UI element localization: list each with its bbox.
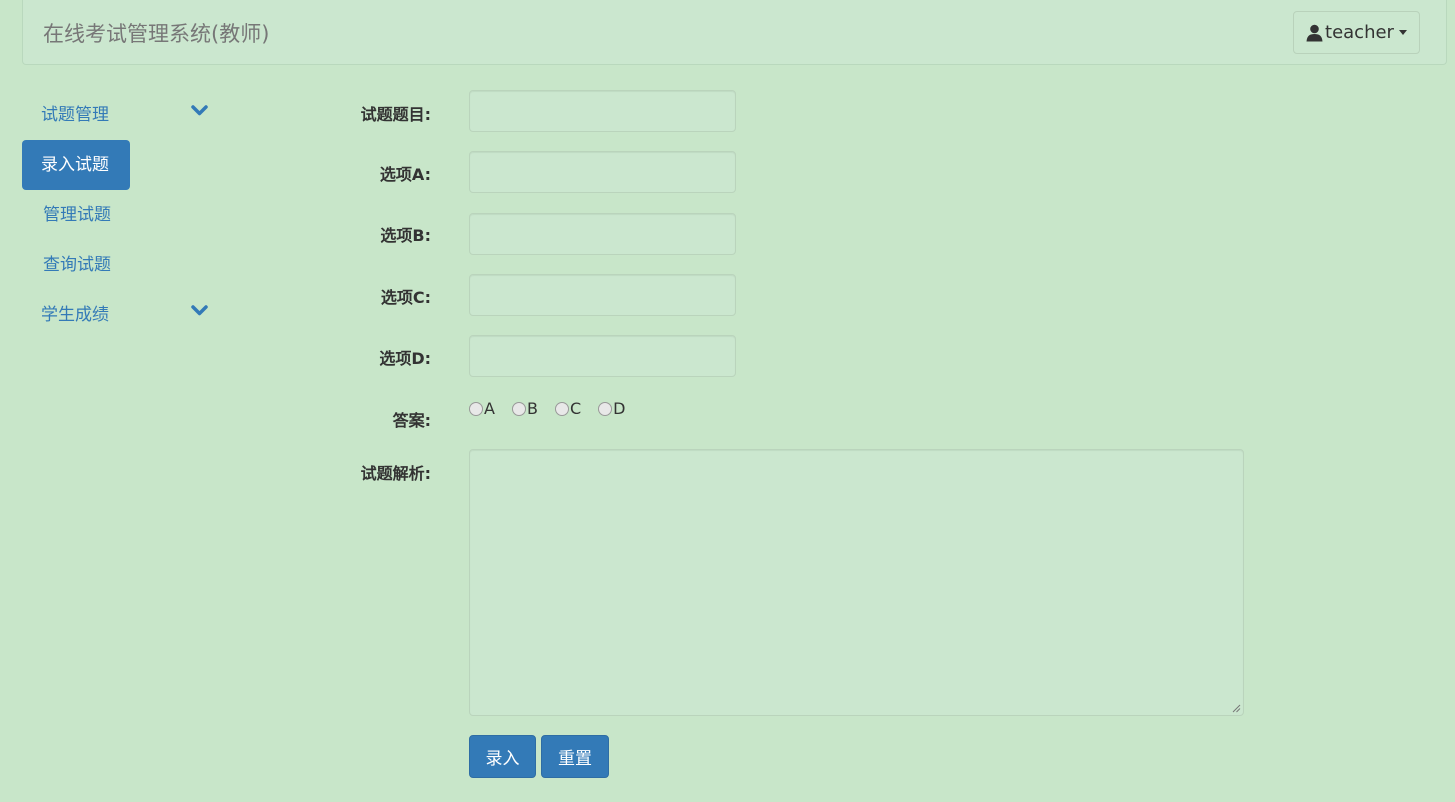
radio-circle[interactable]	[554, 401, 569, 416]
sidebar-item-enter-question[interactable]: 录入试题	[22, 140, 130, 190]
option-c-label: 选项C:	[380, 288, 431, 307]
option-c-input[interactable]	[469, 274, 736, 316]
question-label: 试题题目:	[360, 105, 431, 124]
sidebar-item-label: 试题管理	[41, 105, 109, 125]
user-icon	[1306, 24, 1323, 41]
option-b-input[interactable]	[469, 213, 736, 255]
sidebar: 试题管理 录入试题 管理试题 查询试题 学生成绩	[22, 90, 222, 340]
answer-radio-d[interactable]: D	[598, 399, 625, 418]
chevron-down-icon	[191, 305, 208, 316]
answer-radio-c[interactable]: C	[554, 399, 582, 418]
question-input[interactable]	[469, 90, 736, 132]
chevron-down-icon	[191, 105, 208, 116]
radio-circle[interactable]	[511, 401, 526, 416]
sidebar-item-label: 学生成绩	[41, 305, 109, 325]
top-navbar: 在线考试管理系统(教师) teacher	[22, 0, 1447, 65]
sidebar-item-label: 录入试题	[41, 155, 109, 175]
option-d-input[interactable]	[469, 335, 736, 377]
answer-radio-a[interactable]: A	[469, 399, 495, 418]
user-name: teacher	[1325, 22, 1394, 43]
analysis-textarea[interactable]	[469, 449, 1244, 716]
sidebar-item-label: 查询试题	[43, 255, 111, 275]
sidebar-item-question-management[interactable]: 试题管理	[22, 90, 222, 140]
reset-button[interactable]: 重置	[541, 735, 609, 778]
answer-label: 答案:	[392, 411, 431, 430]
option-b-label: 选项B:	[380, 226, 431, 245]
app-title[interactable]: 在线考试管理系统(教师)	[43, 18, 269, 48]
option-a-label: 选项A:	[379, 165, 431, 184]
sidebar-item-student-scores[interactable]: 学生成绩	[22, 290, 222, 340]
sidebar-item-manage-questions[interactable]: 管理试题	[22, 190, 222, 240]
option-d-label: 选项D:	[379, 349, 431, 368]
resize-grip-icon[interactable]	[1232, 704, 1241, 713]
radio-circle[interactable]	[598, 401, 613, 416]
radio-label: D	[613, 399, 626, 418]
sidebar-item-search-questions[interactable]: 查询试题	[22, 240, 222, 290]
submit-button[interactable]: 录入	[469, 735, 536, 778]
answer-radio-group: A B C D	[469, 399, 642, 418]
sidebar-item-label: 管理试题	[43, 205, 111, 225]
analysis-label: 试题解析:	[360, 464, 431, 483]
radio-label: C	[569, 399, 582, 418]
option-a-input[interactable]	[469, 151, 736, 193]
radio-label: A	[484, 399, 495, 418]
radio-label: B	[526, 399, 538, 418]
radio-circle[interactable]	[469, 401, 483, 416]
answer-radio-b[interactable]: B	[511, 399, 538, 418]
caret-down-icon	[1398, 30, 1407, 35]
user-menu-button[interactable]: teacher	[1293, 11, 1420, 54]
